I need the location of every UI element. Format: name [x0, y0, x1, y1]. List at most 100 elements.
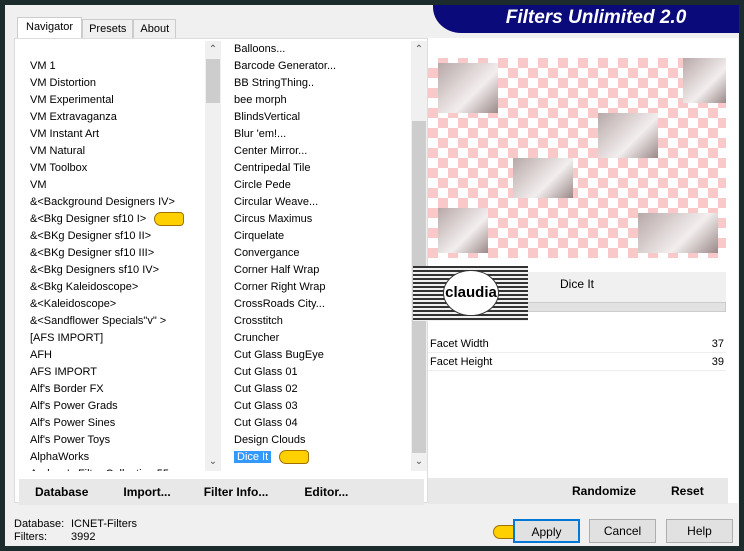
list-item-label: Corner Half Wrap	[234, 264, 320, 276]
list-item-label: Balloons...	[234, 43, 286, 55]
list-item[interactable]: Alf's Power Sines	[27, 415, 205, 432]
list-item[interactable]: &<Bkg Designers sf10 IV>	[27, 262, 205, 279]
list-item[interactable]: bee morph	[231, 92, 411, 109]
list-item[interactable]: Center Mirror...	[231, 143, 411, 160]
list-item[interactable]: CrossRoads City...	[231, 296, 411, 313]
list-item[interactable]: BlindsVertical	[231, 109, 411, 126]
category-scrollbar[interactable]: ⌃ ⌄	[205, 41, 221, 471]
list-item-label: bee morph	[234, 94, 287, 106]
list-item[interactable]: &<Bkg Designer sf10 I>	[27, 211, 205, 228]
list-item-label: Crosstitch	[234, 315, 283, 327]
param-facet-height[interactable]: Facet Height 39	[428, 354, 726, 371]
list-item[interactable]: Corner Half Wrap	[231, 262, 411, 279]
list-item[interactable]: Andrew's Filter Collection 55	[27, 466, 205, 471]
list-item[interactable]: Cut Glass 03	[231, 398, 411, 415]
list-item[interactable]: &<Kaleidoscope>	[27, 296, 205, 313]
list-item[interactable]: Dice It	[231, 449, 411, 466]
list-item[interactable]: VM	[27, 177, 205, 194]
list-item[interactable]: Crosstitch	[231, 313, 411, 330]
list-item[interactable]: VM Natural	[27, 143, 205, 160]
list-item[interactable]: &<Background Designers IV>	[27, 194, 205, 211]
list-item[interactable]: VM 1	[27, 58, 205, 75]
cancel-button[interactable]: Cancel	[589, 519, 656, 543]
list-item-label: Cut Glass BugEye	[234, 349, 324, 361]
param-value[interactable]: 39	[712, 354, 724, 371]
tab-bar: Navigator Presets About	[17, 17, 177, 39]
list-item[interactable]: Cut Glass BugEye	[231, 347, 411, 364]
filter-list[interactable]: Balloons... Barcode Generator... BB String…	[231, 41, 411, 471]
list-item[interactable]: [AFS IMPORT]	[27, 330, 205, 347]
list-item[interactable]: AFH	[27, 347, 205, 364]
list-item-label: Cruncher	[234, 332, 280, 344]
list-item-label: Cut Glass 01	[234, 366, 298, 378]
filters-count: 3992	[71, 531, 96, 543]
list-item[interactable]: &<Sandflower Specials"v" >	[27, 313, 205, 330]
import-button[interactable]: Import...	[123, 485, 170, 499]
scroll-down-icon[interactable]: ⌄	[411, 453, 427, 471]
list-item[interactable]: Alf's Border FX	[27, 381, 205, 398]
list-item-label: BlindsVertical	[234, 111, 301, 123]
list-item[interactable]: Centripedal Tile	[231, 160, 411, 177]
apply-button[interactable]: Apply	[513, 519, 580, 543]
list-item[interactable]: VM Toolbox	[27, 160, 205, 177]
list-item[interactable]: Corner Right Wrap	[231, 279, 411, 296]
list-item[interactable]: Convergance	[231, 245, 411, 262]
list-item[interactable]: &<BKg Designer sf10 III>	[27, 245, 205, 262]
list-item-label: Andrew's Filter Collection 55	[30, 468, 169, 471]
filter-scrollbar[interactable]: ⌃ ⌄	[411, 41, 427, 471]
list-item[interactable]: BB StringThing..	[231, 75, 411, 92]
list-item[interactable]: AlphaWorks	[27, 449, 205, 466]
list-item[interactable]: Circus Maximus	[231, 211, 411, 228]
list-item-label: VM 1	[30, 60, 56, 72]
list-item-label: VM Instant Art	[30, 128, 100, 140]
category-list[interactable]: VM 1 VM Distortion VM Experimental VM Extra…	[27, 41, 205, 471]
list-item[interactable]: VM Experimental	[27, 92, 205, 109]
list-item[interactable]: AFS IMPORT	[27, 364, 205, 381]
editor-button[interactable]: Editor...	[304, 485, 348, 499]
help-button[interactable]: Help	[666, 519, 733, 543]
list-item[interactable]: Alf's Power Grads	[27, 398, 205, 415]
list-item[interactable]: Cruncher	[231, 330, 411, 347]
list-item[interactable]: VM Instant Art	[27, 126, 205, 143]
database-button[interactable]: Database	[35, 485, 88, 499]
tab-navigator[interactable]: Navigator	[17, 17, 83, 39]
list-item[interactable]: Circular Weave...	[231, 194, 411, 211]
list-item[interactable]: Barcode Generator...	[231, 58, 411, 75]
list-item-label: [AFS IMPORT]	[30, 332, 104, 344]
database-label: Database:	[14, 518, 65, 530]
param-facet-width[interactable]: Facet Width 37	[428, 336, 726, 353]
scroll-up-icon[interactable]: ⌃	[411, 41, 427, 59]
list-item[interactable]: Balloons...	[231, 41, 411, 58]
param-value[interactable]: 37	[712, 336, 724, 353]
list-item[interactable]: &<BKg Designer sf10 II>	[27, 228, 205, 245]
list-item[interactable]: Cut Glass 01	[231, 364, 411, 381]
list-item[interactable]: Cut Glass 04	[231, 415, 411, 432]
scroll-thumb[interactable]	[206, 59, 220, 103]
tab-presets[interactable]: Presets	[82, 19, 134, 39]
list-item-label: VM	[30, 179, 47, 191]
list-item[interactable]: Cirquelate	[231, 228, 411, 245]
list-item[interactable]: Cut Glass 02	[231, 381, 411, 398]
list-item-label: Convergance	[234, 247, 300, 259]
filters-label: Filters:	[14, 531, 47, 543]
database-value: ICNET-Filters	[71, 518, 137, 530]
preview-image	[428, 58, 726, 258]
list-item[interactable]: Design Clouds	[231, 432, 411, 449]
list-item[interactable]: Blur 'em!...	[231, 126, 411, 143]
list-item[interactable]: Alf's Power Toys	[27, 432, 205, 449]
scroll-down-icon[interactable]: ⌄	[205, 453, 221, 471]
list-item[interactable]: VM Extravaganza	[27, 109, 205, 126]
list-item[interactable]	[27, 41, 205, 58]
randomize-button[interactable]: Randomize	[572, 484, 636, 498]
scroll-up-icon[interactable]: ⌃	[205, 41, 221, 59]
list-item-label: Alf's Power Grads	[30, 400, 118, 412]
filter-name: Dice It	[559, 277, 594, 291]
list-item[interactable]: &<Bkg Kaleidoscope>	[27, 279, 205, 296]
pointing-hand-icon	[279, 450, 310, 465]
list-item[interactable]: Circle Pede	[231, 177, 411, 194]
filter-info-button[interactable]: Filter Info...	[204, 485, 269, 499]
reset-button[interactable]: Reset	[671, 484, 704, 498]
list-item-label: AFS IMPORT	[30, 366, 98, 378]
tab-about[interactable]: About	[133, 19, 177, 39]
list-item[interactable]: VM Distortion	[27, 75, 205, 92]
